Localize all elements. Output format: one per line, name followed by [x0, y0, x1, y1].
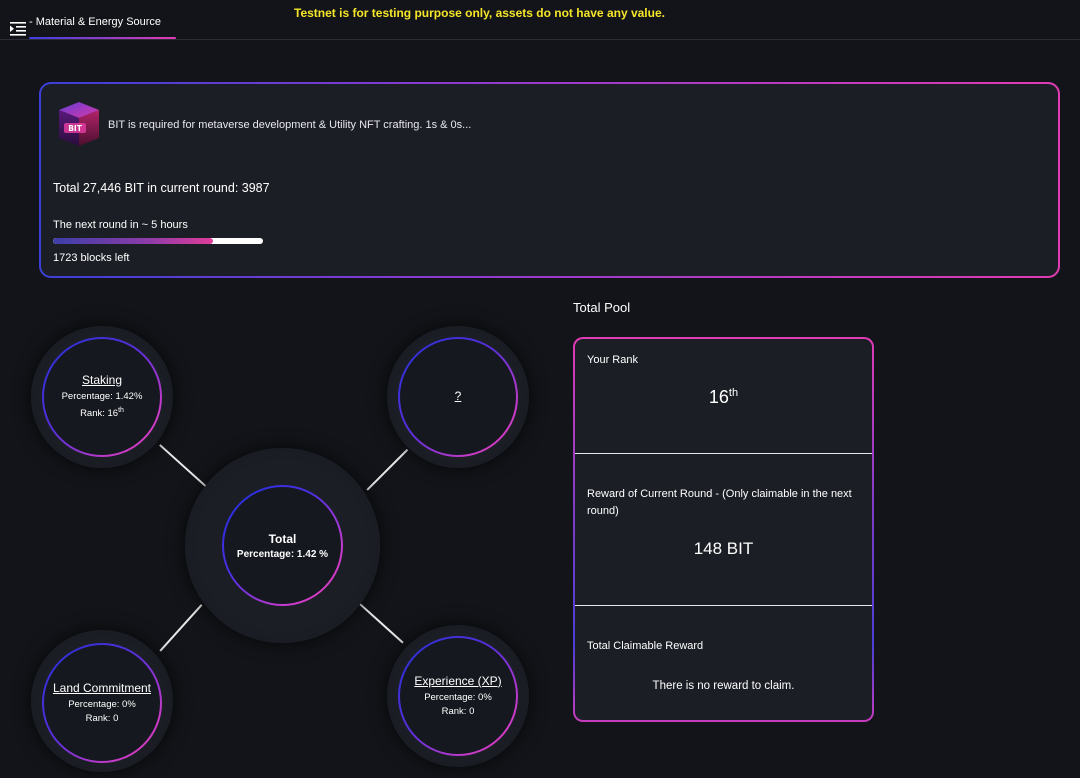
total-percentage: Percentage: 1.42 %	[236, 548, 329, 560]
land-percentage: Percentage: 0%	[68, 698, 136, 710]
round-progress-fill	[53, 238, 213, 244]
land-commitment-title-link[interactable]: Land Commitment	[53, 681, 151, 695]
experience-title-link[interactable]: Experience (XP)	[414, 674, 501, 688]
testnet-warning-banner: Testnet is for testing purpose only, ass…	[294, 6, 665, 20]
menu-indent-icon[interactable]	[10, 22, 26, 36]
your-rank-label: Your Rank	[587, 354, 638, 366]
your-rank-value: 16th	[708, 387, 739, 407]
total-claimable-label: Total Claimable Reward	[587, 640, 704, 652]
land-commitment-circle[interactable]: Land Commitment Percentage: 0% Rank: 0	[42, 643, 162, 763]
pool-divider-1	[575, 453, 872, 454]
staking-circle[interactable]: Staking Percentage: 1.42% Rank: 16th	[42, 337, 162, 457]
connector-unknown	[366, 448, 408, 491]
next-round-text: The next round in ~ 5 hours	[53, 219, 188, 231]
total-pool-card: Your Rank 16th Reward of Current Round -…	[573, 337, 874, 722]
land-rank: Rank: 0	[85, 712, 119, 724]
staking-title-link[interactable]: Staking	[82, 373, 122, 387]
connector-xp	[359, 603, 404, 644]
blocks-left-text: 1723 blocks left	[53, 252, 130, 264]
bit-cube-logo: BIT	[59, 102, 99, 146]
round-info-card: BIT BIT is required for metaverse develo…	[39, 82, 1060, 278]
unknown-circle[interactable]: ?	[398, 337, 518, 457]
bit-description: BIT is required for metaverse developmen…	[108, 119, 472, 131]
experience-circle[interactable]: Experience (XP) Percentage: 0% Rank: 0	[398, 636, 518, 756]
connector-land	[159, 604, 203, 652]
total-circle: Total Percentage: 1.42 %	[222, 485, 343, 606]
total-pool-heading: Total Pool	[573, 300, 631, 315]
staking-rank: Rank: 16th	[80, 406, 124, 420]
total-claimable-value: There is no reward to claim.	[652, 680, 795, 692]
unknown-title-link[interactable]: ?	[455, 389, 462, 403]
staking-percentage: Percentage: 1.42%	[61, 390, 143, 402]
xp-percentage: Percentage: 0%	[424, 691, 492, 703]
total-title: Total	[268, 531, 297, 546]
round-total-text: Total 27,446 BIT in current round: 3987	[53, 181, 270, 195]
top-bar: - Material & Energy Source Testnet is fo…	[0, 0, 1080, 40]
reward-current-round-label: Reward of Current Round - (Only claimabl…	[587, 488, 852, 517]
active-tab-underline	[29, 37, 176, 39]
bit-logo-text: BIT	[68, 124, 83, 133]
connector-staking	[159, 444, 207, 487]
pool-divider-2	[575, 605, 872, 606]
reward-current-round-value: 148 BIT	[693, 539, 754, 558]
round-progress-bar	[53, 238, 263, 244]
breadcrumb: - Material & Energy Source	[29, 16, 162, 28]
xp-rank: Rank: 0	[441, 705, 475, 717]
